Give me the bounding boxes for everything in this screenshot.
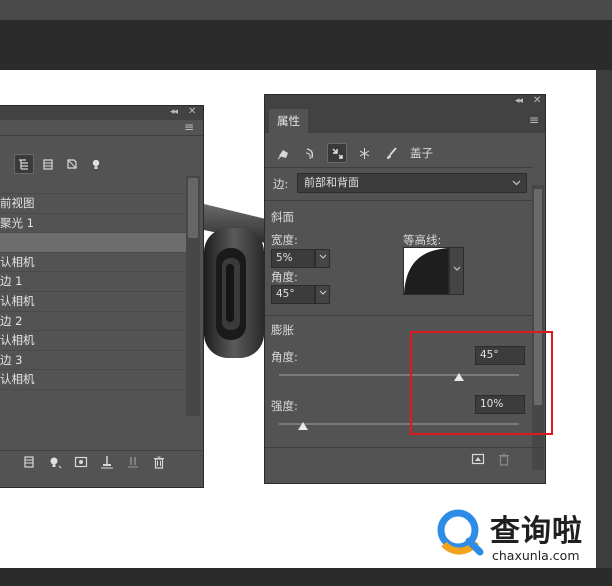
layer-row[interactable]: 认相机 <box>0 370 186 390</box>
collapse-panel-icon[interactable]: ◂◂ <box>515 96 523 106</box>
magnifier-logo-icon <box>437 509 484 556</box>
contour-preview[interactable] <box>403 247 449 295</box>
property-type-toolbar: 盖子 <box>273 143 433 163</box>
cap-label: 盖子 <box>410 146 433 160</box>
layers-scrollbar-thumb[interactable] <box>188 178 198 238</box>
edge-select-value: 前部和背面 <box>304 176 359 189</box>
render-icon[interactable] <box>471 452 485 466</box>
layer-row[interactable]: 边 1 <box>0 272 186 292</box>
coordinates-icon[interactable] <box>354 143 374 163</box>
bevel-angle-input[interactable]: 45° <box>271 285 315 304</box>
chevron-down-icon <box>453 266 460 271</box>
properties-footer <box>471 452 511 466</box>
light-filter-icon[interactable] <box>86 154 106 174</box>
inflate-strength-label: 强度: <box>271 399 298 413</box>
divider <box>265 167 533 168</box>
bevel-section-title: 斜面 <box>271 210 294 224</box>
deformation-icon[interactable] <box>300 143 320 163</box>
inflate-strength-slider-thumb[interactable] <box>298 422 308 430</box>
options-bar-area <box>0 20 612 70</box>
layers-panel-tabbar: ≡ <box>0 120 203 136</box>
bevel-angle-dropdown[interactable] <box>315 285 330 304</box>
divider <box>265 315 533 316</box>
mesh-properties-icon[interactable] <box>273 143 293 163</box>
bevel-angle-label: 角度: <box>271 270 298 284</box>
contour-label: 等高线: <box>403 233 442 247</box>
layer-row[interactable]: 认相机 <box>0 253 186 273</box>
cap-properties-icon[interactable] <box>327 143 347 163</box>
panel-menu-icon[interactable]: ≡ <box>184 120 194 134</box>
brush-icon[interactable] <box>381 143 401 163</box>
status-bar <box>0 568 612 586</box>
edge-select[interactable]: 前部和背面 <box>297 173 527 193</box>
layers-filter-toolbar <box>14 154 106 174</box>
layer-row[interactable]: 认相机 <box>0 331 186 351</box>
properties-tabbar: 属性 ≡ <box>265 109 545 133</box>
layer-row[interactable]: 前视图 <box>0 194 186 214</box>
delete-layer-icon[interactable] <box>152 455 166 469</box>
edge-label: 边: <box>273 177 289 191</box>
scene-filter-icon[interactable] <box>14 154 34 174</box>
canvas-vertical-scrollbar[interactable] <box>596 70 612 570</box>
inflate-angle-label: 角度: <box>271 350 298 364</box>
close-panel-icon[interactable]: ✕ <box>533 95 541 106</box>
watermark-brand: 查询啦 <box>490 514 583 549</box>
render-icon[interactable] <box>74 455 88 469</box>
layer-row[interactable]: 聚光 1 <box>0 214 186 234</box>
layer-row[interactable]: 认相机 <box>0 292 186 312</box>
material-filter-icon[interactable] <box>62 154 82 174</box>
layers-list-top <box>0 178 186 194</box>
split-object-icon[interactable] <box>126 455 140 469</box>
layer-row-selected[interactable] <box>0 233 186 253</box>
delete-icon[interactable] <box>497 452 511 466</box>
app-top-bar <box>0 0 612 20</box>
chevron-down-icon <box>512 180 521 186</box>
bevel-width-input[interactable]: 5% <box>271 249 315 268</box>
chevron-down-icon <box>319 254 326 259</box>
bevel-width-dropdown[interactable] <box>315 249 330 268</box>
drop-to-ground-icon[interactable] <box>100 455 114 469</box>
layers-panel-footer <box>0 450 202 474</box>
panel-menu-icon[interactable]: ≡ <box>529 113 539 127</box>
new-mesh-icon[interactable] <box>22 455 36 469</box>
layers-panel-header[interactable]: ◂◂ ✕ <box>0 106 203 120</box>
new-light-icon[interactable] <box>48 455 62 469</box>
chevron-down-icon <box>319 290 326 295</box>
divider <box>265 447 545 448</box>
bevel-width-label: 宽度: <box>271 233 298 247</box>
divider <box>265 200 533 201</box>
highlight-annotation-box <box>410 331 553 435</box>
layer-row[interactable]: 边 3 <box>0 351 186 371</box>
tab-properties[interactable]: 属性 <box>269 109 308 133</box>
watermark-url: chaxunla.com <box>492 548 580 563</box>
close-panel-icon[interactable]: ✕ <box>188 106 196 117</box>
mesh-filter-icon[interactable] <box>38 154 58 174</box>
layer-row[interactable]: 边 2 <box>0 312 186 332</box>
inflate-section-title: 膨胀 <box>271 323 294 337</box>
watermark-logo: 查询啦 chaxunla.com <box>430 498 605 568</box>
contour-dropdown[interactable] <box>449 247 464 295</box>
properties-panel-header[interactable]: ◂◂ ✕ <box>265 95 545 109</box>
3d-layers-list: 前视图 聚光 1 认相机 边 1 认相机 边 2 认相机 边 3 认相机 <box>0 194 186 390</box>
3d-layers-panel: ◂◂ ✕ ≡ 前视图 聚光 1 认相机 边 1 认相机 边 2 认相机 边 3 … <box>0 105 204 488</box>
collapse-panel-icon[interactable]: ◂◂ <box>170 107 178 117</box>
